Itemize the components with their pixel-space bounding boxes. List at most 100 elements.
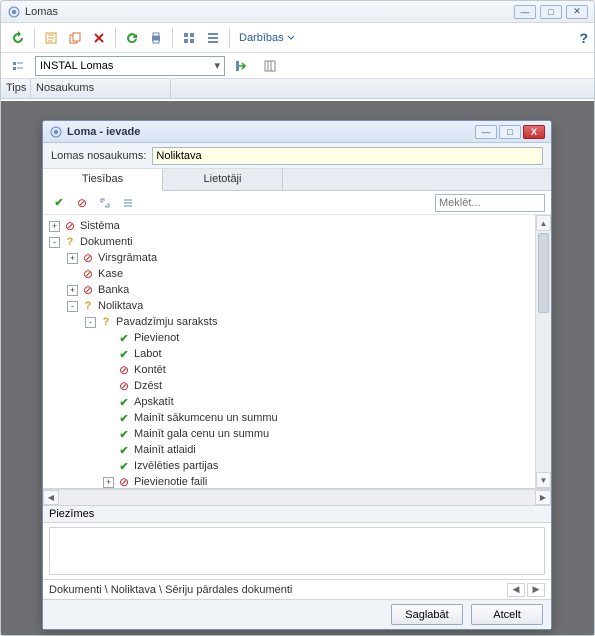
combo-value: INSTAL Lomas: [40, 60, 214, 72]
save-button[interactable]: Saglabāt: [391, 604, 463, 625]
cancel-button[interactable]: Atcelt: [471, 604, 543, 625]
col-tips[interactable]: Tips: [1, 79, 31, 98]
status-path: Dokumenti \ Noliktava \ Sēriju pārdales …: [49, 584, 505, 596]
tab-users[interactable]: Lietotāji: [163, 169, 283, 190]
scroll-thumb[interactable]: [538, 233, 549, 313]
tree-toggle[interactable]: -: [67, 301, 78, 312]
allow-icon: ✔: [117, 348, 131, 361]
tree-node[interactable]: +⊘Sistēma: [43, 218, 535, 234]
view-grid-button[interactable]: [178, 27, 200, 49]
main-minimize-button[interactable]: —: [514, 5, 536, 19]
tree-node[interactable]: ✔Mainīt sākumcenu un summu: [43, 410, 535, 426]
scroll-left-button[interactable]: ◀: [43, 490, 59, 505]
collapse-button[interactable]: [118, 193, 138, 213]
hscroll-track[interactable]: [59, 490, 535, 505]
actions-label: Darbības: [239, 32, 284, 44]
deny-icon: ⊘: [81, 283, 95, 297]
tree-node[interactable]: ✔Pievienot: [43, 330, 535, 346]
tree-node[interactable]: ⊘Kase: [43, 266, 535, 282]
deny-icon: ⊘: [63, 219, 77, 233]
deny-all-button[interactable]: ⊘: [72, 193, 92, 213]
tree-node[interactable]: ✔Apskatīt: [43, 394, 535, 410]
tree-node[interactable]: -?Pavadzīmju saraksts: [43, 314, 535, 330]
tree-node-label: Apskatīt: [134, 396, 174, 408]
deny-icon: ⊘: [81, 251, 95, 265]
view-list-button[interactable]: [202, 27, 224, 49]
help-button[interactable]: ?: [579, 30, 588, 46]
tree-toggle[interactable]: +: [103, 477, 114, 488]
tree-toggle[interactable]: +: [67, 253, 78, 264]
tree-node-label: Kontēt: [134, 364, 166, 376]
expand-button[interactable]: [95, 193, 115, 213]
toolbar-sep: [229, 28, 230, 48]
delete-button[interactable]: [88, 27, 110, 49]
allow-icon: ✔: [117, 428, 131, 441]
tree-node[interactable]: +⊘Virsgrāmata: [43, 250, 535, 266]
deny-icon: ⊘: [81, 267, 95, 281]
main-maximize-button[interactable]: □: [540, 5, 562, 19]
status-next-button[interactable]: ▶: [527, 583, 545, 597]
scroll-up-button[interactable]: ▲: [536, 215, 551, 231]
name-row: Lomas nosaukums:: [43, 143, 551, 169]
toolbar-sep: [34, 28, 35, 48]
tab-rights[interactable]: Tiesības: [43, 169, 163, 191]
tree-node-label: Pievienot: [134, 332, 179, 344]
name-label: Lomas nosaukums:: [51, 150, 146, 162]
tree-toggle[interactable]: -: [49, 237, 60, 248]
tree-node[interactable]: -?Dokumenti: [43, 234, 535, 250]
tree-node-label: Sistēma: [80, 220, 120, 232]
go-button[interactable]: [231, 55, 253, 77]
dialog-maximize-button[interactable]: □: [499, 125, 521, 139]
columns-button[interactable]: [259, 55, 281, 77]
refresh-button[interactable]: [7, 27, 29, 49]
vertical-scrollbar[interactable]: ▲ ▼: [535, 215, 551, 488]
copy-button[interactable]: [64, 27, 86, 49]
tree-search-input[interactable]: [435, 194, 545, 212]
allow-icon: ✔: [117, 332, 131, 345]
tree-node-label: Dokumenti: [80, 236, 133, 248]
toolbar-sep: [172, 28, 173, 48]
scroll-right-button[interactable]: ▶: [535, 490, 551, 505]
dialog-titlebar[interactable]: Loma - ievade — □ X: [43, 121, 551, 143]
tree-node[interactable]: ⊘Dzēst: [43, 378, 535, 394]
actions-menu[interactable]: Darbības: [239, 32, 295, 44]
tree-node[interactable]: ✔Izvēlēties partijas: [43, 458, 535, 474]
scroll-down-button[interactable]: ▼: [536, 472, 551, 488]
dialog-close-button[interactable]: X: [523, 125, 545, 139]
allow-all-button[interactable]: ✔: [49, 193, 69, 213]
filter-icon-button[interactable]: [7, 55, 29, 77]
tree-node[interactable]: -?Noliktava: [43, 298, 535, 314]
reload-button[interactable]: [121, 27, 143, 49]
main-close-button[interactable]: ✕: [566, 5, 588, 19]
tree-node[interactable]: ✔Mainīt gala cenu un summu: [43, 426, 535, 442]
tree-node[interactable]: +⊘Banka: [43, 282, 535, 298]
col-name[interactable]: Nosaukums: [31, 79, 171, 98]
lomas-combo[interactable]: INSTAL Lomas ▾: [35, 56, 225, 76]
print-button[interactable]: [145, 27, 167, 49]
edit-button[interactable]: [40, 27, 62, 49]
notes-textarea[interactable]: [49, 527, 545, 575]
allow-icon: ✔: [117, 460, 131, 473]
deny-icon: ⊘: [117, 379, 131, 393]
tree-node-label: Labot: [134, 348, 162, 360]
permissions-tree[interactable]: +⊘Sistēma-?Dokumenti+⊘Virsgrāmata⊘Kase+⊘…: [43, 215, 535, 488]
tree-node[interactable]: ⊘Kontēt: [43, 362, 535, 378]
deny-icon: ⊘: [117, 475, 131, 488]
tree-node-label: Mainīt sākumcenu un summu: [134, 412, 278, 424]
tree-wrap: +⊘Sistēma-?Dokumenti+⊘Virsgrāmata⊘Kase+⊘…: [43, 215, 551, 489]
tree-node[interactable]: ✔Labot: [43, 346, 535, 362]
tree-node-label: Virsgrāmata: [98, 252, 157, 264]
tree-toggle[interactable]: -: [85, 317, 96, 328]
allow-icon: ✔: [117, 412, 131, 425]
tree-toggle[interactable]: +: [49, 221, 60, 232]
role-name-input[interactable]: [152, 147, 543, 165]
chevron-down-icon: [287, 34, 295, 42]
tree-node-label: Pievienotie faili: [134, 476, 207, 488]
main-toolbar: Darbības ?: [1, 23, 594, 53]
horizontal-scrollbar[interactable]: ◀ ▶: [43, 489, 551, 505]
status-prev-button[interactable]: ◀: [507, 583, 525, 597]
tree-node[interactable]: ✔Mainīt atlaidi: [43, 442, 535, 458]
tree-node[interactable]: +⊘Pievienotie faili: [43, 474, 535, 488]
tree-toggle[interactable]: +: [67, 285, 78, 296]
dialog-minimize-button[interactable]: —: [475, 125, 497, 139]
